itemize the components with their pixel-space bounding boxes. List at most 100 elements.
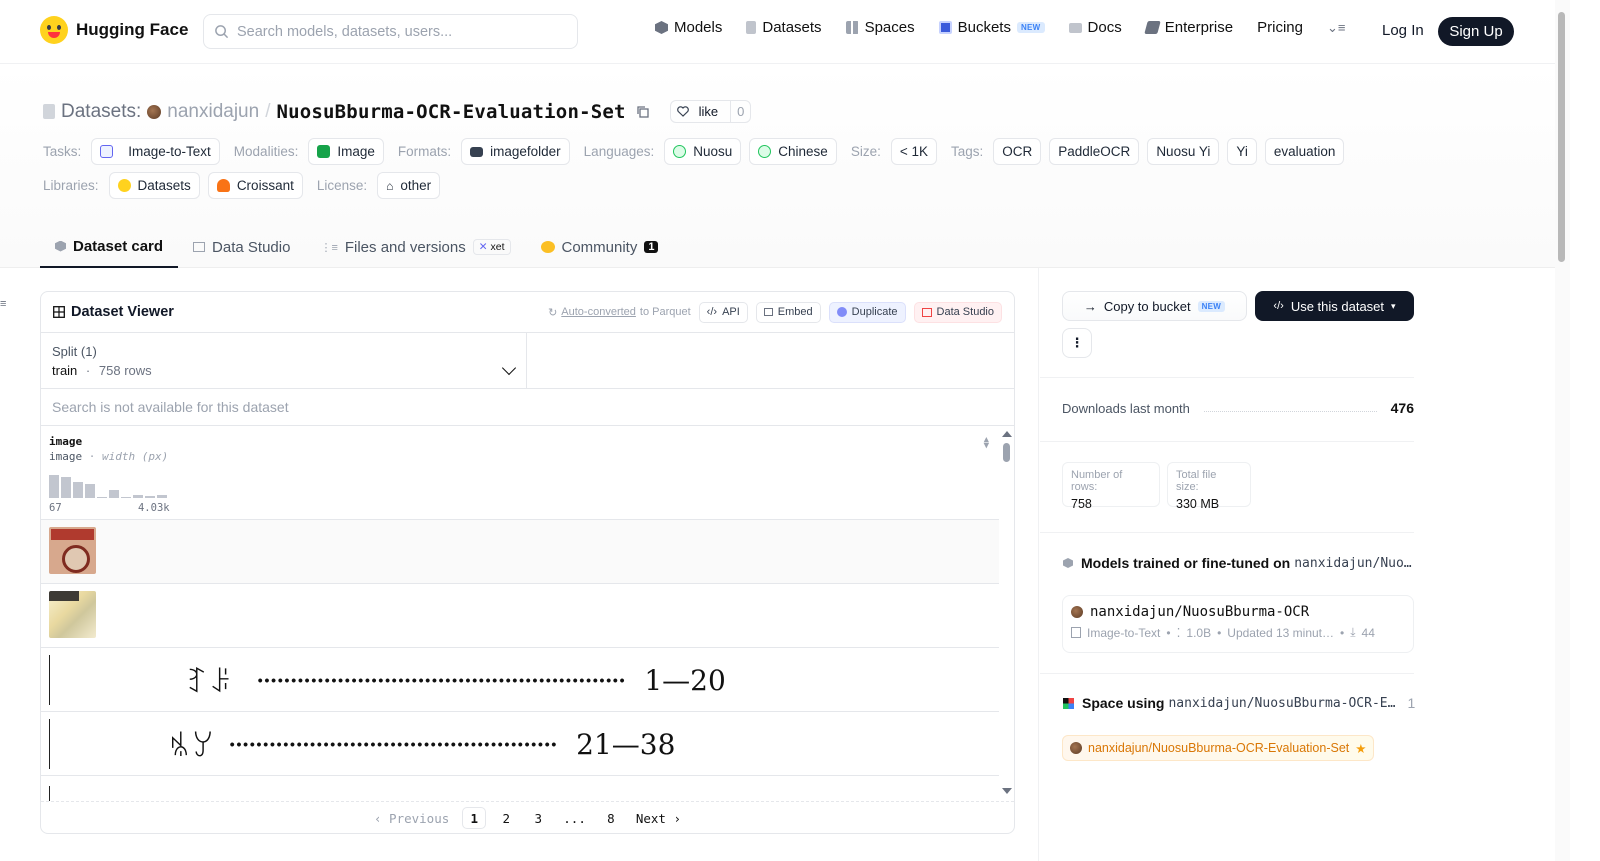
downloads-count: 476	[1390, 400, 1414, 416]
ocr-page-range: 1—20	[644, 663, 726, 697]
page-8[interactable]: 8	[599, 807, 623, 829]
page-2[interactable]: 2	[494, 807, 518, 829]
previous-page-button[interactable]: ‹ Previous	[369, 807, 454, 829]
ocr-strip-image[interactable]: ꃅꄉꇩꌠ	[49, 786, 889, 801]
tag-ocr[interactable]: OCR	[993, 138, 1042, 165]
downloads-dots	[1203, 404, 1377, 412]
split-select[interactable]: Split (1) train · 758 rows	[41, 333, 527, 388]
search-box[interactable]	[203, 14, 578, 49]
languages-group: Languages: Nuosu Chinese	[584, 138, 837, 165]
histogram-bar[interactable]	[145, 496, 155, 498]
modality-tag[interactable]: Image	[308, 138, 384, 165]
nav-pricing[interactable]: Pricing	[1257, 19, 1303, 36]
side-menu-toggle-icon[interactable]: ≡	[0, 298, 8, 310]
histogram-bar[interactable]	[133, 495, 143, 498]
format-tag[interactable]: imagefolder	[461, 138, 570, 165]
nav-spaces[interactable]: Spaces	[845, 19, 915, 36]
table-row[interactable]	[41, 584, 999, 648]
data-studio-button[interactable]: Data Studio	[913, 301, 1002, 323]
nav-buckets[interactable]: Buckets NEW	[938, 19, 1045, 36]
embed-button[interactable]: Embed	[755, 301, 821, 323]
space-chip[interactable]: nanxidajun/NuosuBburma-OCR-Evaluation-Se…	[1062, 735, 1375, 761]
task-tag[interactable]: Image-to-Text	[91, 138, 220, 165]
tag-yi[interactable]: Yi	[1227, 138, 1257, 165]
signup-button[interactable]: Sign Up	[1438, 17, 1514, 46]
dataset-name[interactable]: NuosuBburma-OCR-Evaluation-Set	[276, 101, 625, 123]
language-tag-chinese[interactable]: Chinese	[749, 138, 837, 165]
download-icon: ⤓	[1350, 625, 1356, 639]
duplicate-button[interactable]: Duplicate	[828, 301, 906, 323]
table-row[interactable]: ꃅꄉꇩꌠ	[41, 776, 999, 801]
page-scroll-thumb[interactable]	[1558, 12, 1565, 262]
histogram-bar[interactable]	[157, 495, 167, 498]
ocr-strip-image[interactable]: ꁱꌦ •••••••••••••••••••••••••••••••••••••…	[49, 719, 814, 769]
like-button[interactable]: like 0	[669, 100, 752, 123]
license-tag[interactable]: ⌂ other	[377, 172, 441, 199]
more-options-button[interactable]: ⋮	[1062, 328, 1092, 358]
histogram-bar[interactable]	[121, 497, 131, 498]
size-group: Size: < 1K	[851, 138, 937, 165]
tab-dataset-card[interactable]: Dataset card	[40, 226, 179, 268]
histogram-axis: 67 4.03k	[49, 502, 170, 514]
nav-docs[interactable]: Docs	[1068, 19, 1122, 36]
nav-more-menu[interactable]: ⌄≡	[1327, 20, 1345, 36]
table-row[interactable]: ꁱꌦ •••••••••••••••••••••••••••••••••••••…	[41, 712, 999, 776]
scroll-down-icon[interactable]	[1002, 788, 1012, 794]
image-thumbnail[interactable]	[49, 591, 96, 638]
histogram-bar[interactable]	[109, 490, 119, 498]
nav-enterprise[interactable]: Enterprise	[1143, 19, 1233, 36]
table-row[interactable]: ꆈꌠ •••••••••••••••••••••••••••••••••••••…	[41, 648, 999, 712]
page-3[interactable]: 3	[526, 807, 550, 829]
ocr-strip-image[interactable]: ꆈꌠ •••••••••••••••••••••••••••••••••••••…	[49, 655, 942, 705]
model-name[interactable]: nanxidajun/NuosuBburma-OCR	[1090, 604, 1309, 620]
owner-link[interactable]: nanxidajun	[167, 101, 259, 123]
use-this-dataset-button[interactable]: ‹/› Use this dataset ▾	[1255, 291, 1414, 321]
tags-row-2: Libraries: Datasets Croissant License: ⌂…	[43, 172, 446, 199]
duplicate-label: Duplicate	[851, 306, 898, 318]
histogram-bar[interactable]	[97, 497, 107, 498]
tab-data-studio[interactable]: Data Studio	[178, 226, 305, 268]
xet-icon: ✕	[478, 241, 488, 253]
copy-to-bucket-button[interactable]: → Copy to bucket NEW	[1062, 291, 1247, 321]
column-header-image[interactable]: image image · width (px) 67 4.03k ▲ ▼	[41, 427, 999, 520]
table-row[interactable]	[41, 520, 999, 584]
tag-paddleocr[interactable]: PaddleOCR	[1049, 138, 1140, 165]
libraries-label: Libraries:	[43, 178, 99, 193]
scroll-up-icon[interactable]	[1002, 431, 1012, 437]
api-button[interactable]: ‹/› API	[698, 301, 748, 323]
nav-docs-label: Docs	[1087, 19, 1122, 36]
nav-datasets[interactable]: Datasets	[746, 19, 822, 36]
tab-community[interactable]: Community 1	[526, 226, 674, 268]
histogram-bar[interactable]	[49, 475, 59, 498]
modalities-label: Modalities:	[233, 144, 299, 159]
refresh-icon: ↻	[548, 306, 558, 319]
login-link[interactable]: Log In	[1382, 22, 1424, 39]
tab-files-and-versions[interactable]: ⋮≡ Files and versions ✕ xet	[305, 226, 525, 268]
tab-label: Files and versions	[344, 238, 466, 256]
scroll-thumb[interactable]	[1003, 443, 1010, 462]
histogram-bar[interactable]	[73, 482, 83, 498]
image-thumbnail[interactable]	[49, 527, 96, 574]
tag-evaluation[interactable]: evaluation	[1264, 138, 1345, 165]
search-input[interactable]	[237, 23, 557, 40]
copy-icon[interactable]	[636, 105, 650, 119]
page-1[interactable]: 1	[462, 807, 487, 829]
next-page-button[interactable]: Next ›	[631, 807, 686, 829]
library-tag-croissant[interactable]: Croissant	[207, 172, 303, 199]
tag-nuosu-yi[interactable]: Nuosu Yi	[1147, 138, 1220, 165]
histogram-bar[interactable]	[85, 484, 95, 498]
library-tag-datasets[interactable]: Datasets	[108, 172, 200, 199]
histogram-min: 67	[49, 502, 62, 514]
sort-icon[interactable]: ▲ ▼	[984, 436, 989, 451]
page-scrollbar[interactable]	[1555, 0, 1570, 861]
nav-models[interactable]: Models	[655, 19, 722, 36]
model-card[interactable]: nanxidajun/NuosuBburma-OCR Image-to-Text…	[1062, 595, 1414, 653]
size-tag[interactable]: < 1K	[890, 138, 937, 165]
language-tag-nuosu[interactable]: Nuosu	[664, 138, 742, 165]
histogram-bar[interactable]	[61, 477, 71, 498]
brand-logo[interactable]: Hugging Face	[40, 16, 188, 44]
auto-converted-link[interactable]: Auto-converted	[561, 306, 636, 318]
viewer-scrollbar[interactable]	[1000, 427, 1014, 797]
tag-label: Nuosu Yi	[1156, 144, 1211, 159]
width-histogram[interactable]	[49, 472, 167, 498]
